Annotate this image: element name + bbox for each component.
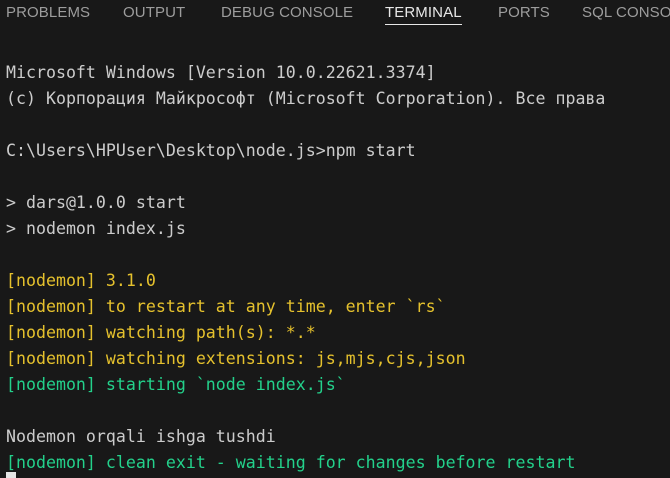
terminal-line: [nodemon] starting `node index.js` bbox=[6, 375, 346, 394]
terminal-cursor bbox=[6, 472, 16, 478]
tab-sql-console[interactable]: SQL CONSO bbox=[582, 4, 670, 21]
tab-output[interactable]: OUTPUT bbox=[123, 4, 185, 21]
terminal-line: [nodemon] to restart at any time, enter … bbox=[6, 297, 446, 316]
panel-tab-bar: PROBLEMS OUTPUT DEBUG CONSOLE TERMINAL P… bbox=[0, 0, 670, 26]
active-tab-indicator bbox=[385, 24, 462, 25]
tab-problems[interactable]: PROBLEMS bbox=[6, 4, 90, 21]
terminal-line: Nodemon orqali ishga tushdi bbox=[6, 427, 276, 446]
terminal-line: [nodemon] watching extensions: js,mjs,cj… bbox=[6, 349, 466, 368]
terminal-line: > dars@1.0.0 start bbox=[6, 193, 186, 212]
terminal-output[interactable]: Microsoft Windows [Version 10.0.22621.33… bbox=[6, 60, 670, 478]
terminal-panel: PROBLEMS OUTPUT DEBUG CONSOLE TERMINAL P… bbox=[0, 0, 670, 478]
terminal-line: C:\Users\HPUser\Desktop\node.js>npm star… bbox=[6, 141, 416, 160]
terminal-line: (c) Корпорация Майкрософт (Microsoft Cor… bbox=[6, 89, 606, 108]
tab-ports[interactable]: PORTS bbox=[498, 4, 550, 21]
terminal-line: > nodemon index.js bbox=[6, 219, 186, 238]
terminal-line: [nodemon] watching path(s): *.* bbox=[6, 323, 316, 342]
terminal-line: [nodemon] 3.1.0 bbox=[6, 271, 156, 290]
tab-terminal[interactable]: TERMINAL bbox=[385, 4, 462, 21]
tab-debug-console[interactable]: DEBUG CONSOLE bbox=[221, 4, 353, 21]
terminal-line: Microsoft Windows [Version 10.0.22621.33… bbox=[6, 63, 436, 82]
terminal-line: [nodemon] clean exit - waiting for chang… bbox=[6, 453, 576, 472]
